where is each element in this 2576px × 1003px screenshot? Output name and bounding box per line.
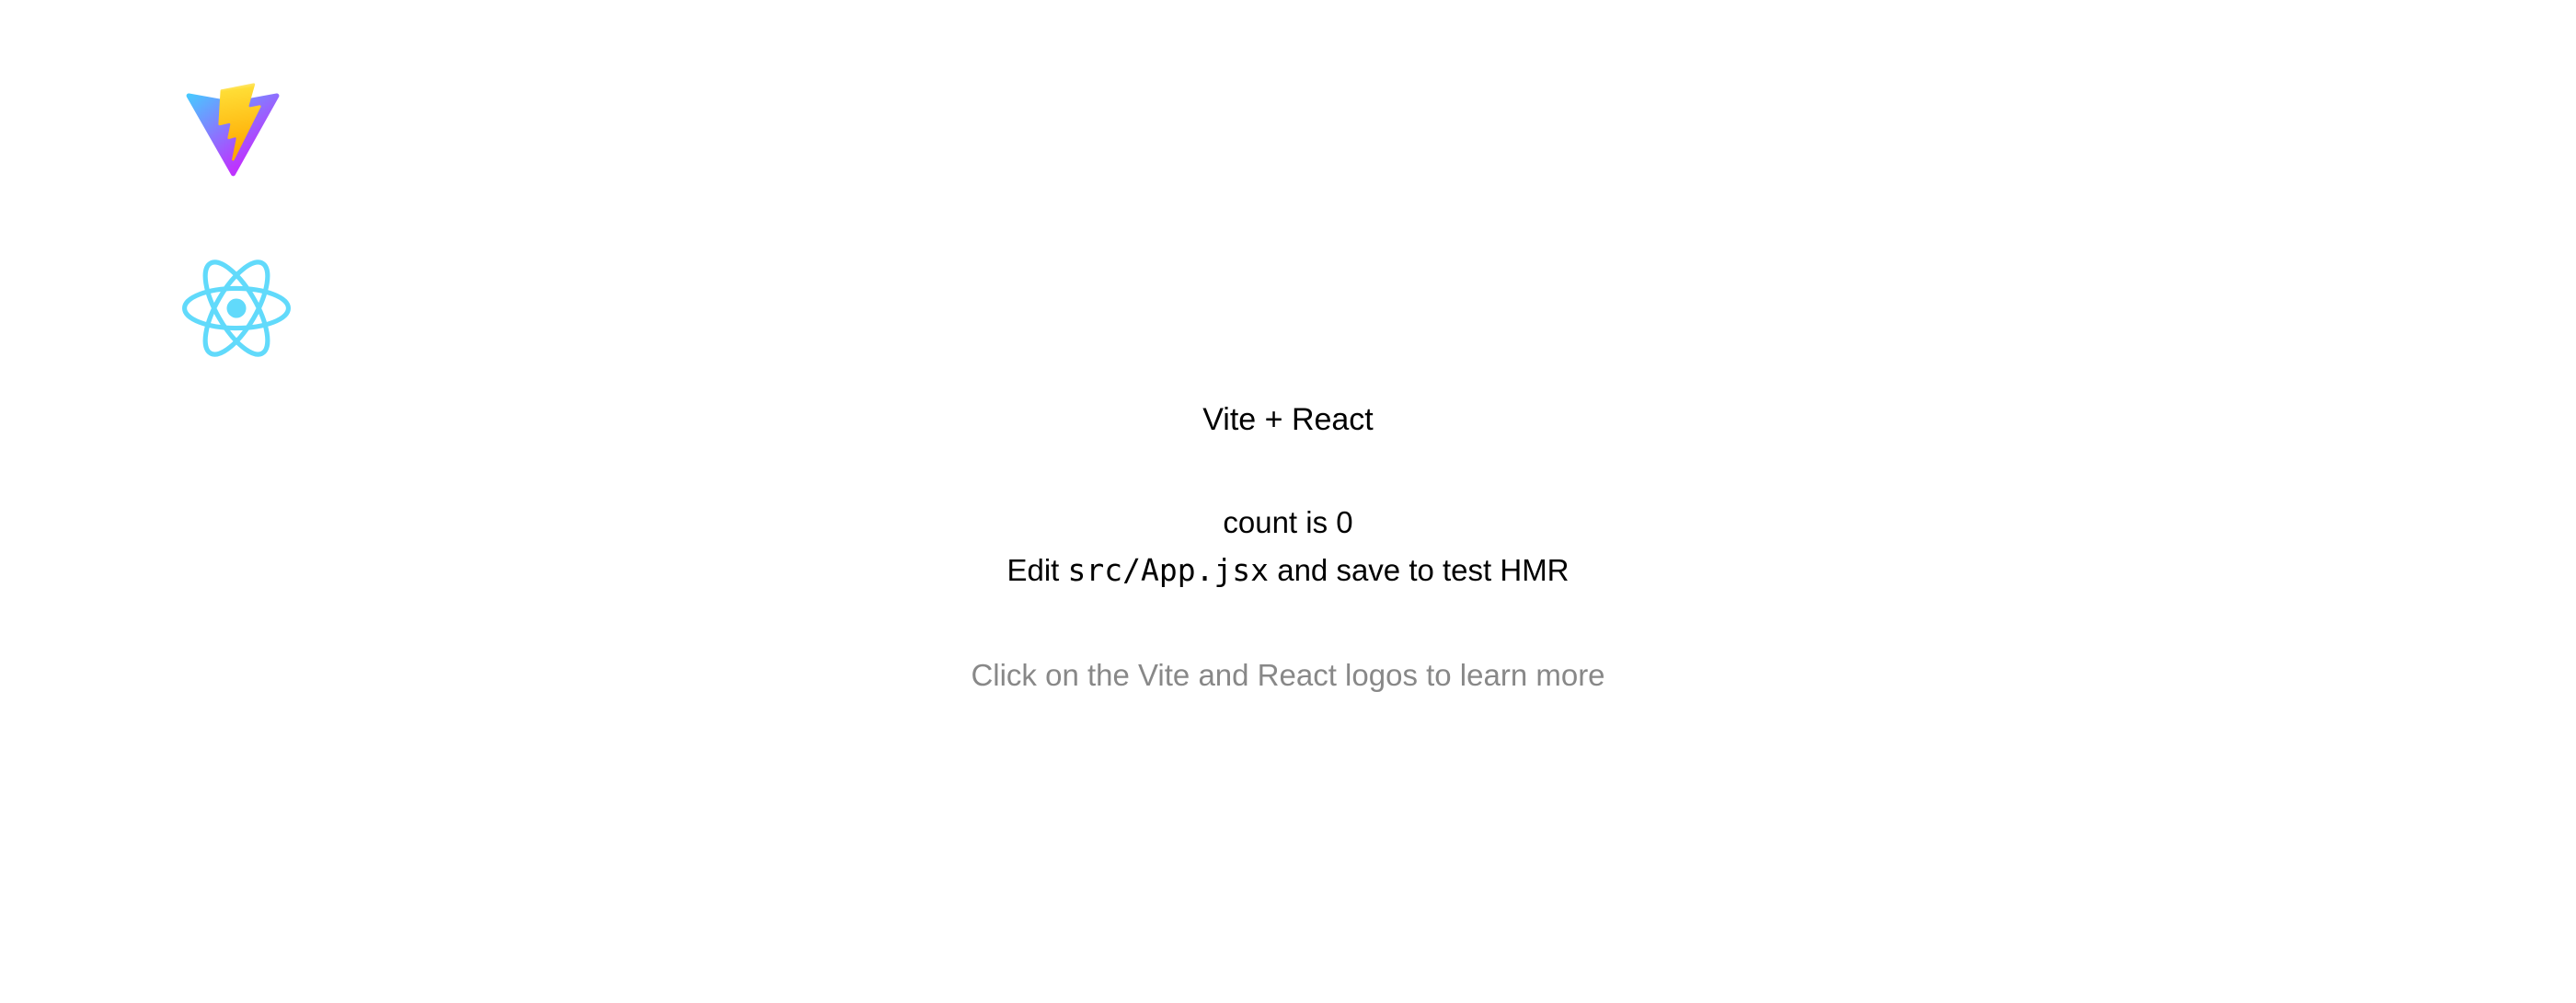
vite-logo-link[interactable] (182, 83, 283, 179)
edit-instructions: Edit src/App.jsx and save to test HMR (0, 545, 2576, 596)
page-title: Vite + React (1202, 402, 1374, 437)
file-path-code: src/App.jsx (1067, 552, 1270, 588)
react-logo-icon (182, 259, 291, 357)
react-logo-link[interactable] (182, 254, 291, 363)
count-button[interactable]: count is 0 (1168, 500, 1408, 546)
read-the-docs-text: Click on the Vite and React logos to lea… (971, 658, 1605, 692)
edit-prefix: Edit (1006, 553, 1068, 587)
vite-logo-icon (186, 83, 280, 177)
edit-suffix: and save to test HMR (1269, 553, 1570, 587)
